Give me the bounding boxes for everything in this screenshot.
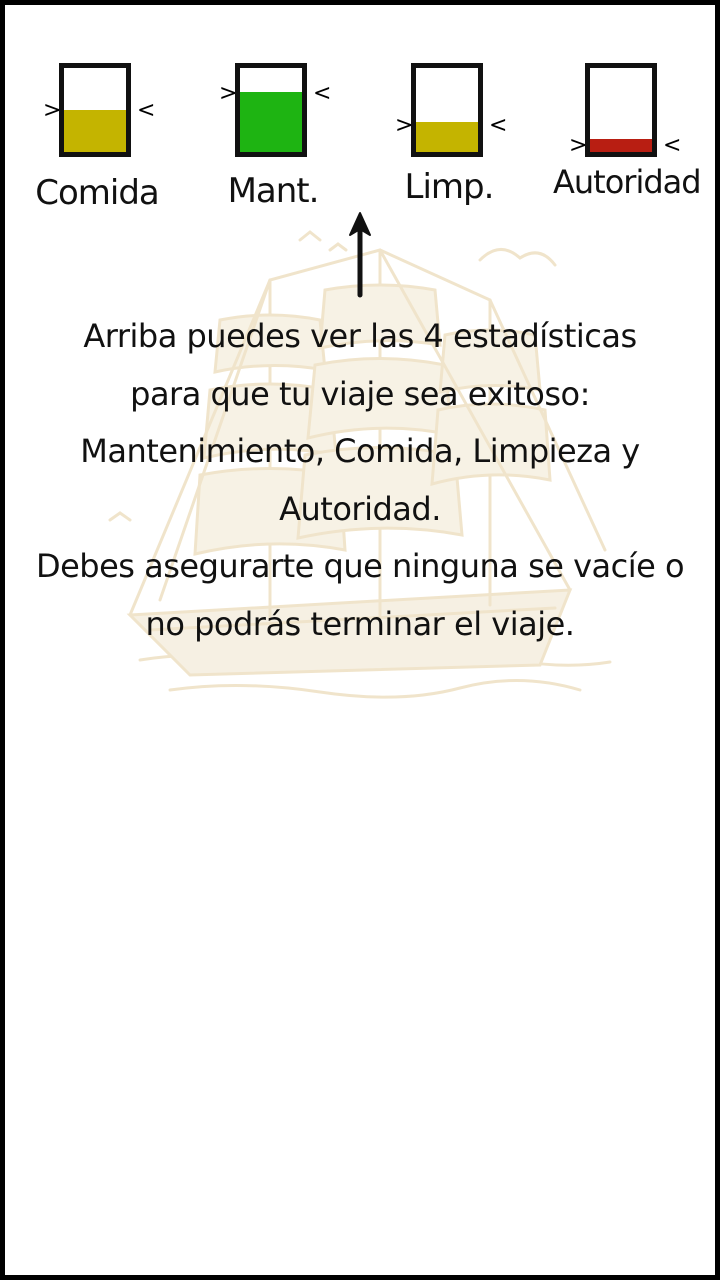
- meter-autoridad: > < Autoridad: [553, 63, 702, 223]
- tutorial-paragraph-2: Debes asegurarte que ninguna se vacíe o …: [35, 547, 685, 643]
- meter-jar: [235, 63, 307, 157]
- meter-fill: [64, 110, 126, 152]
- tutorial-text: Arriba puedes ver las 4 estadísticas par…: [25, 308, 695, 653]
- meter-label: Limp.: [404, 167, 495, 207]
- right-marker: <: [137, 98, 156, 123]
- meter-mantenimiento: > < Mant.: [203, 63, 343, 223]
- meter-fill: [590, 138, 652, 152]
- right-marker: <: [663, 133, 682, 158]
- right-marker: <: [489, 113, 508, 138]
- meter-jar: [411, 63, 483, 157]
- meter-comida: > < Comida: [27, 63, 167, 223]
- meter-jar: [585, 63, 657, 157]
- meter-label: Comida: [35, 173, 160, 213]
- tutorial-paragraph-1: Arriba puedes ver las 4 estadísticas par…: [80, 317, 640, 528]
- right-marker: <: [313, 81, 332, 106]
- up-arrow-icon: [349, 212, 371, 298]
- meter-jar: [59, 63, 131, 157]
- meter-limpieza: > < Limp.: [379, 63, 519, 223]
- meter-label: Mant.: [227, 171, 320, 211]
- game-screen: > < Comida > < Mant. > < Limp. > < Autor…: [0, 0, 720, 1280]
- meter-label: Autoridad: [553, 163, 702, 201]
- meter-fill: [240, 91, 302, 152]
- meter-fill: [416, 121, 478, 152]
